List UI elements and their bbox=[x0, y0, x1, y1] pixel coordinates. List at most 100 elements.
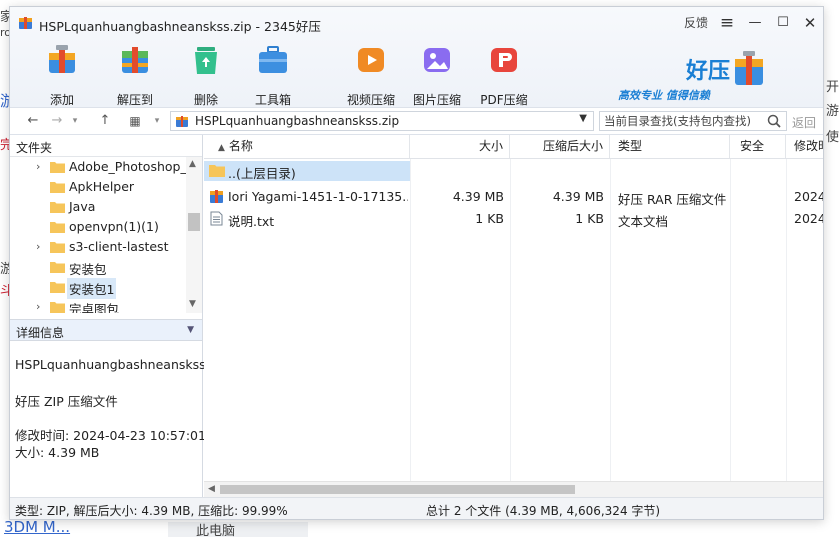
image-compress-icon bbox=[424, 48, 450, 72]
bg-link[interactable]: 3DM M... bbox=[4, 518, 70, 536]
view-chevron-icon[interactable]: ▾ bbox=[150, 112, 164, 130]
toolbar-area: HSPLquanhuangbashneanskss.zip - 2345好压 反… bbox=[10, 7, 823, 107]
column-security[interactable]: 安全 bbox=[730, 135, 786, 158]
bg-text: 此电脑 bbox=[196, 524, 236, 539]
tree-item[interactable]: ApkHelper bbox=[10, 177, 186, 197]
extract-label: 解压到 bbox=[116, 93, 153, 107]
window-title: HSPLquanhuangbashneanskss.zip - 2345好压 bbox=[39, 19, 321, 34]
detail-filename: HSPLquanhuangbashneanskss.: bbox=[15, 357, 214, 372]
tree-item-label: ApkHelper bbox=[69, 179, 135, 194]
folder-tree-scrollbar[interactable]: ▲ ▼ bbox=[186, 157, 202, 313]
toolbox-label: 工具箱 bbox=[254, 93, 291, 107]
expand-chevron-icon[interactable]: › bbox=[36, 300, 40, 313]
folder-icon bbox=[50, 182, 65, 193]
image-compress-label: 图片压缩 bbox=[412, 93, 461, 107]
column-name[interactable]: ▲ 名称 bbox=[204, 135, 410, 158]
collapse-chevron-icon[interactable]: ▼ bbox=[187, 325, 194, 335]
parent-directory-label: ..(上层目录) bbox=[228, 166, 296, 181]
details-header[interactable]: 详细信息 ▼ bbox=[10, 319, 202, 341]
scroll-up-icon[interactable]: ▲ bbox=[189, 159, 196, 169]
tree-item-label: Java bbox=[69, 199, 96, 214]
maximize-icon[interactable]: ☐ bbox=[772, 13, 794, 33]
path-field[interactable]: HSPLquanhuangbashneanskss.zip ▼ bbox=[170, 111, 594, 131]
file-type: 文本文档 bbox=[618, 214, 669, 229]
close-icon[interactable]: ✕ bbox=[799, 13, 821, 33]
search-box[interactable] bbox=[599, 111, 787, 131]
horizontal-scrollbar[interactable]: ◀ bbox=[204, 481, 823, 497]
search-icon[interactable] bbox=[766, 113, 782, 129]
expand-chevron-icon[interactable]: › bbox=[36, 240, 40, 253]
forward-arrow-icon[interactable]: → bbox=[48, 112, 66, 130]
search-input[interactable] bbox=[600, 112, 768, 130]
text-file-icon bbox=[210, 211, 223, 226]
scroll-down-icon[interactable]: ▼ bbox=[189, 299, 196, 309]
column-divider bbox=[610, 159, 611, 481]
column-header: ▲名称 大小 压缩后大小 类型 安全 修改时 bbox=[204, 135, 823, 159]
return-button[interactable]: 返回 bbox=[792, 114, 816, 131]
tree-item-label: Adobe_Photoshop_ bbox=[69, 159, 186, 174]
expand-chevron-icon[interactable]: › bbox=[36, 160, 40, 173]
scroll-thumb[interactable] bbox=[220, 485, 575, 494]
left-pane: 文件夹 › Adobe_Photoshop_ ApkHelper Java op… bbox=[10, 135, 214, 497]
menu-icon[interactable]: ≡ bbox=[716, 13, 738, 33]
tree-item-label: 安装包 bbox=[69, 262, 107, 277]
history-chevron-icon[interactable]: ▾ bbox=[68, 112, 82, 130]
extract-button[interactable]: 解压到 bbox=[105, 41, 165, 107]
back-arrow-icon[interactable]: ← bbox=[24, 112, 42, 130]
folder-tree-title: 文件夹 bbox=[16, 141, 53, 155]
folder-icon bbox=[50, 302, 65, 313]
image-compress-button[interactable]: 图片压缩 bbox=[407, 41, 467, 107]
delete-button[interactable]: 删除 bbox=[176, 41, 236, 107]
pdf-compress-button[interactable]: PDF压缩 bbox=[474, 41, 534, 107]
toolbox-button[interactable]: 工具箱 bbox=[243, 41, 303, 107]
bg-taskbar-strip bbox=[168, 522, 308, 537]
tree-item-selected[interactable]: 安装包1 bbox=[10, 277, 186, 299]
status-archive-info: 类型: ZIP, 解压后大小: 4.39 MB, 压缩比: 99.99% bbox=[15, 504, 288, 518]
folder-tree: › Adobe_Photoshop_ ApkHelper Java openvp… bbox=[10, 157, 186, 313]
view-mode-icon[interactable]: ▦ bbox=[126, 112, 144, 130]
folder-icon bbox=[50, 162, 65, 173]
address-bar-row: ← → ▾ ↑ ▦ ▾ HSPLquanhuangbashneanskss.zi… bbox=[10, 107, 823, 135]
scroll-thumb[interactable] bbox=[188, 213, 200, 231]
tree-item[interactable]: › Adobe_Photoshop_ bbox=[10, 157, 186, 177]
table-row[interactable]: 说明.txt 1 KB 1 KB 文本文档 2024- bbox=[204, 209, 823, 229]
bg-text: 开 bbox=[826, 80, 839, 95]
delete-label: 删除 bbox=[193, 93, 218, 107]
column-modified[interactable]: 修改时 bbox=[786, 135, 823, 158]
minimize-icon[interactable]: — bbox=[744, 13, 766, 33]
file-size: 4.39 MB bbox=[452, 189, 504, 204]
column-size[interactable]: 大小 bbox=[410, 135, 510, 158]
feedback-button[interactable]: 反馈 bbox=[680, 13, 712, 33]
file-modified: 2024- bbox=[794, 189, 823, 204]
details-title: 详细信息 bbox=[16, 326, 65, 340]
delete-icon bbox=[195, 47, 217, 74]
tree-item[interactable]: Java bbox=[10, 197, 186, 217]
detail-size: 大小: 4.39 MB bbox=[15, 445, 100, 460]
tree-item-label: s3-client-lastest bbox=[69, 239, 169, 254]
file-name: Iori Yagami-1451-1-0-17135... bbox=[228, 189, 408, 204]
extract-icon bbox=[122, 47, 148, 73]
up-arrow-icon[interactable]: ↑ bbox=[96, 112, 114, 130]
column-type[interactable]: 类型 bbox=[610, 135, 730, 158]
parent-directory-row[interactable]: ..(上层目录) bbox=[204, 161, 410, 181]
file-packed-size: 1 KB bbox=[575, 211, 604, 226]
tree-item[interactable]: 安装包 bbox=[10, 257, 186, 277]
detail-filetype: 好压 ZIP 压缩文件 bbox=[15, 394, 118, 409]
tree-item[interactable]: › s3-client-lastest bbox=[10, 237, 186, 257]
column-packed-size[interactable]: 压缩后大小 bbox=[510, 135, 610, 158]
tree-item[interactable]: › 完卓图包 bbox=[10, 297, 186, 313]
pdf-compress-label: PDF压缩 bbox=[480, 93, 528, 107]
video-compress-button[interactable]: 视频压缩 bbox=[341, 41, 401, 107]
bg-text: 游 bbox=[826, 104, 839, 119]
table-row[interactable]: Iori Yagami-1451-1-0-17135... 4.39 MB 4.… bbox=[204, 187, 823, 207]
bg-text: 使 bbox=[826, 130, 839, 145]
add-button[interactable]: 添加 bbox=[32, 41, 92, 107]
column-divider bbox=[510, 159, 511, 481]
scroll-left-icon[interactable]: ◀ bbox=[208, 484, 215, 494]
path-dropdown-icon[interactable]: ▼ bbox=[579, 113, 587, 124]
tree-item[interactable]: openvpn(1)(1) bbox=[10, 217, 186, 237]
folder-icon bbox=[50, 262, 65, 273]
sort-arrow-icon: ▲ bbox=[218, 143, 225, 153]
folder-icon bbox=[50, 282, 65, 293]
app-icon bbox=[19, 17, 32, 29]
